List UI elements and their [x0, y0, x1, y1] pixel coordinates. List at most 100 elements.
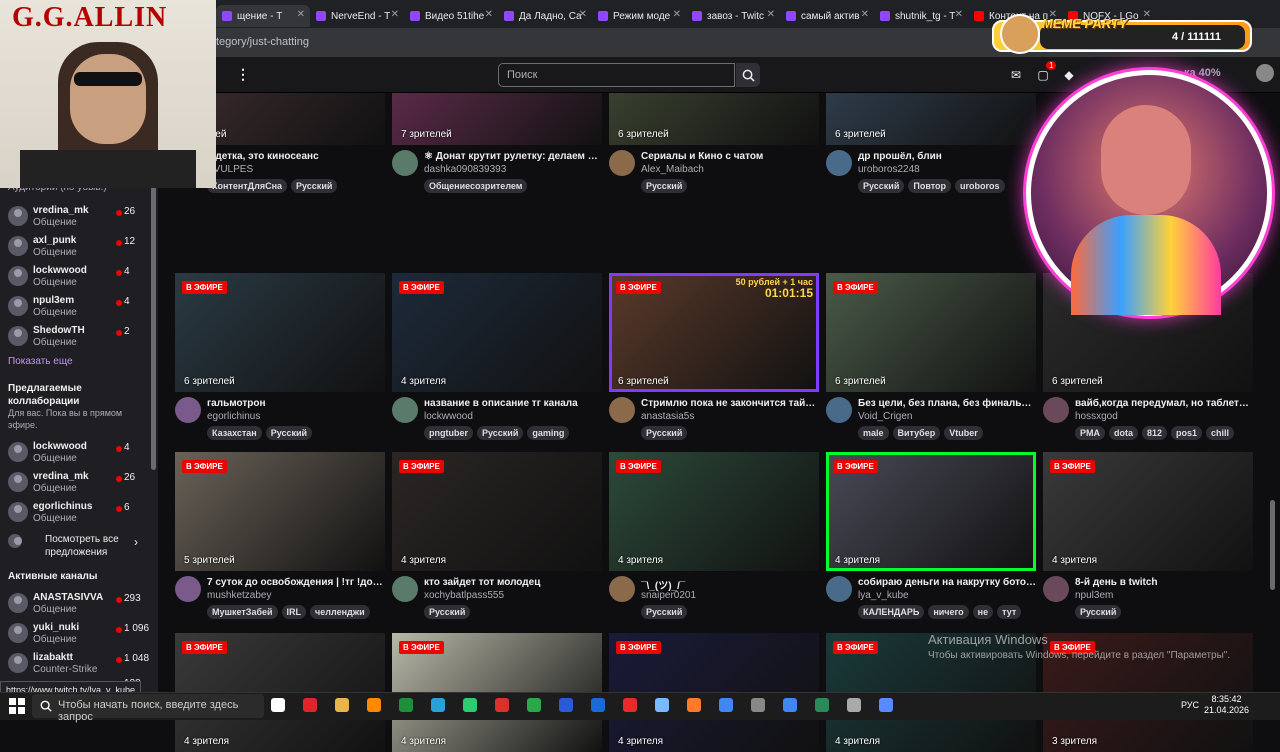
channel-avatar[interactable]	[1043, 576, 1069, 602]
close-icon[interactable]: ✕	[297, 9, 305, 20]
stream-tag[interactable]: Русский	[265, 426, 313, 440]
browser-tab[interactable]: Да Ладно, Са ✕	[498, 5, 592, 27]
channel-avatar[interactable]	[826, 576, 852, 602]
stream-title[interactable]: гальмотрон	[207, 398, 385, 409]
channel-name[interactable]: mushketzabey	[207, 590, 271, 601]
sidebar-channel[interactable]: axl_punk Общение 12	[6, 233, 152, 261]
green-app-icon[interactable]	[527, 698, 541, 712]
stream-tag[interactable]: pngtuber	[424, 426, 473, 440]
stream-thumbnail[interactable]: 6 зрителей	[826, 93, 1036, 145]
show-more-link[interactable]: Показать еще	[8, 356, 73, 367]
channel-avatar[interactable]	[392, 576, 418, 602]
stream-tag[interactable]: Повтор	[908, 179, 952, 193]
stream-thumbnail[interactable]: В ЭФИРЕ 6 зрителей	[826, 273, 1036, 392]
app-icon[interactable]	[847, 698, 861, 712]
stream-tag[interactable]: Русский	[858, 179, 905, 193]
stream-title[interactable]: а детка, это киносеанс	[207, 151, 385, 162]
stream-tag[interactable]: Русский	[641, 605, 688, 619]
chrome-icon[interactable]	[719, 698, 733, 712]
stream-thumbnail[interactable]: В ЭФИРЕ 4 зрителя	[826, 452, 1036, 571]
channel-avatar[interactable]	[609, 397, 635, 423]
channel-avatar[interactable]	[826, 150, 852, 176]
stream-tag[interactable]: КонтентДляСна	[207, 179, 288, 193]
browser-tab[interactable]: NerveEnd - T ✕	[310, 5, 404, 27]
stream-tag[interactable]: chill	[1206, 426, 1235, 440]
stream-tag[interactable]: челленджи	[310, 605, 370, 619]
crown-icon[interactable]: ◆	[1060, 66, 1078, 84]
stream-title[interactable]: 7 суток до освобождения | !тг !донат	[207, 577, 385, 588]
stream-thumbnail[interactable]: 6 зрителей	[609, 93, 819, 145]
channel-name[interactable]: npul3em	[1075, 590, 1113, 601]
channel-avatar[interactable]	[1043, 397, 1069, 423]
search-input[interactable]: Поиск	[498, 63, 735, 87]
user-avatar[interactable]	[1256, 64, 1274, 82]
opera-gx-icon[interactable]	[495, 698, 509, 712]
channel-name[interactable]: uroboros2248	[858, 164, 920, 175]
sidebar-channel[interactable]: egorlichinus Общение 6	[6, 499, 152, 527]
stream-thumbnail[interactable]: В ЭФИРЕ 6 зрителей	[175, 273, 385, 392]
close-icon[interactable]: ✕	[391, 9, 399, 20]
stream-thumbnail[interactable]: В ЭФИРЕ 4 зрителя	[609, 452, 819, 571]
stream-tag[interactable]: Казахстан	[207, 426, 262, 440]
browser-tab[interactable]: Видео 51tihe ✕	[404, 5, 498, 27]
close-icon[interactable]: ✕	[955, 9, 963, 20]
search-button[interactable]	[736, 63, 760, 87]
stream-tag[interactable]: ничего	[928, 605, 969, 619]
browser-tab[interactable]: shutnik_tg - T ✕	[874, 5, 968, 27]
notes-icon[interactable]	[655, 698, 669, 712]
channel-name[interactable]: snaiper0201	[641, 590, 696, 601]
stream-title[interactable]: название в описание тг канала	[424, 398, 602, 409]
channel-avatar[interactable]	[826, 397, 852, 423]
chrome-icon[interactable]	[783, 698, 797, 712]
language-indicator[interactable]: РУС	[1181, 700, 1199, 710]
yandex-icon[interactable]	[623, 698, 637, 712]
task-view-icon[interactable]	[271, 698, 285, 712]
opera-icon[interactable]	[303, 698, 317, 712]
stream-tag[interactable]: Русский	[477, 426, 524, 440]
stream-title[interactable]: др прошёл, блин	[858, 151, 1036, 162]
firefox-icon[interactable]	[687, 698, 701, 712]
browser-tab[interactable]: щение - T ✕	[216, 5, 310, 27]
channel-avatar[interactable]	[609, 576, 635, 602]
steam-icon[interactable]	[751, 698, 765, 712]
stream-tag[interactable]: МушкетЗабей	[207, 605, 278, 619]
stream-tag[interactable]: КАЛЕНДАРЬ	[858, 605, 925, 619]
close-icon[interactable]: ✕	[579, 9, 587, 20]
stream-tag[interactable]: Общениесозрителем	[424, 179, 528, 193]
channel-avatar[interactable]	[392, 397, 418, 423]
stream-title[interactable]: ⚛ Донат крутит рулетку: делаем за…	[424, 151, 602, 162]
stream-tag[interactable]: Vtuber	[944, 426, 983, 440]
channel-name[interactable]: lya_v_kube	[858, 590, 909, 601]
browser-tab[interactable]: самый актив ✕	[780, 5, 874, 27]
stream-tag[interactable]: IRL	[281, 605, 307, 619]
stream-title[interactable]: вайб,когда передумал, но таблетки …	[1075, 398, 1253, 409]
excel-icon[interactable]	[399, 698, 413, 712]
stream-tag[interactable]: Русский	[641, 426, 688, 440]
app-icon[interactable]	[879, 698, 893, 712]
sidebar-channel[interactable]: vredina_mk Общение 26	[6, 469, 152, 497]
stream-title[interactable]: 8-й день в twitch	[1075, 577, 1253, 588]
stream-thumbnail[interactable]: В ЭФИРЕ 5 зрителей	[175, 452, 385, 571]
channel-name[interactable]: dashka090839393	[424, 164, 506, 175]
main-scrollbar[interactable]	[1270, 500, 1275, 590]
stream-tag[interactable]: 812	[1142, 426, 1168, 440]
sidebar-channel[interactable]: npul3em Общение 4	[6, 293, 152, 321]
channel-name[interactable]: anastasia5s	[641, 411, 694, 422]
stream-thumbnail[interactable]: В ЭФИРЕ 4 зрителя	[392, 273, 602, 392]
browser-tab[interactable]: Режим моде ✕	[592, 5, 686, 27]
stream-title[interactable]: кто зайдет тот молодец	[424, 577, 602, 588]
telegram-icon[interactable]	[431, 698, 445, 712]
channel-avatar[interactable]	[175, 576, 201, 602]
stream-tag[interactable]: Русский	[1075, 605, 1122, 619]
stream-tag[interactable]: pos1	[1171, 426, 1203, 440]
word-icon[interactable]	[559, 698, 573, 712]
clock[interactable]: 8:35:42 21.04.2026	[1204, 694, 1249, 716]
stream-tag[interactable]: Русский	[641, 179, 688, 193]
channel-avatar[interactable]	[175, 397, 201, 423]
close-icon[interactable]: ✕	[673, 9, 681, 20]
stream-tag[interactable]: male	[858, 426, 889, 440]
vlc-icon[interactable]	[367, 698, 381, 712]
browser-tab[interactable]: завоз - Twitc ✕	[686, 5, 780, 27]
close-icon[interactable]: ✕	[1143, 9, 1151, 20]
inbox-icon[interactable]: ✉	[1007, 66, 1025, 84]
